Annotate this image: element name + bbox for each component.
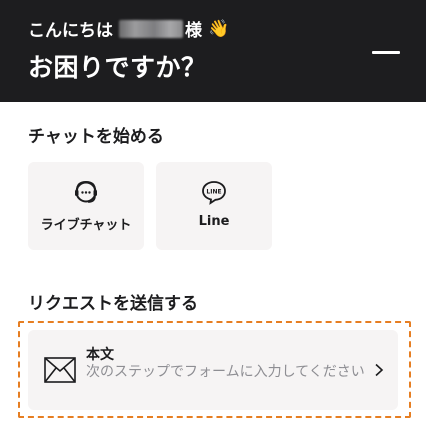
request-heading: リクエストを送信する: [28, 294, 198, 314]
request-message-button[interactable]: 本文 次のステップでフォームに入力してください: [28, 330, 398, 410]
live-chat-icon: [75, 180, 97, 203]
greeting-suffix: 様: [185, 21, 202, 41]
minimize-button[interactable]: [372, 44, 400, 62]
greeting: こんにちは 様 👋: [28, 16, 230, 42]
line-icon: LINE: [202, 181, 226, 205]
header: こんにちは 様 👋 お困りですか？: [0, 0, 426, 102]
request-title: 本文: [86, 347, 114, 363]
minimize-icon: [372, 51, 400, 54]
start-chat-heading: チャットを始める: [28, 127, 164, 147]
line-button[interactable]: LINE Line: [156, 162, 272, 250]
live-chat-label: ライブチャット: [40, 218, 132, 233]
svg-text:LINE: LINE: [206, 189, 221, 196]
redacted-user-name: [119, 19, 183, 38]
line-label: Line: [198, 214, 230, 229]
live-chat-button[interactable]: ライブチャット: [28, 162, 144, 250]
chevron-right-icon: [375, 363, 384, 377]
wave-emoji-icon: 👋: [208, 18, 230, 39]
page-title: お困りですか？: [28, 53, 207, 82]
mail-icon: [44, 357, 76, 383]
greeting-prefix: こんにちは: [28, 21, 113, 41]
request-description: 次のステップでフォームに入力してください: [86, 364, 365, 380]
